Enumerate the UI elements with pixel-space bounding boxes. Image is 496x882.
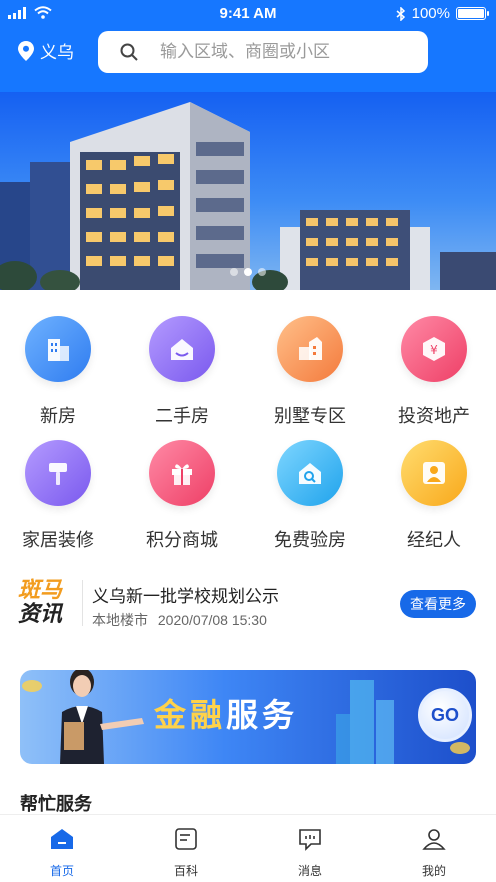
home-icon xyxy=(51,829,73,849)
status-bar: 9:41 AM 100% xyxy=(0,0,496,28)
category-agent[interactable]: 经纪人 xyxy=(376,440,492,552)
news-meta: 本地楼市 2020/07/08 15:30 xyxy=(92,610,273,630)
tab-label: 首页 xyxy=(49,864,74,878)
villa-icon xyxy=(277,316,343,382)
header: 9:41 AM 100% 义乌 xyxy=(0,0,496,92)
banner-dot[interactable] xyxy=(258,268,266,276)
second-hand-house-icon xyxy=(149,316,215,382)
hero-banner[interactable] xyxy=(0,92,496,290)
category-label: 二手房 xyxy=(155,406,209,426)
investment-icon: ¥ xyxy=(401,316,467,382)
building-illustration xyxy=(0,102,496,290)
category-label: 别墅专区 xyxy=(274,406,346,426)
news-datetime: 2020/07/08 15:30 xyxy=(157,612,267,628)
location-pin-icon xyxy=(18,40,34,61)
profile-icon xyxy=(422,829,446,850)
inspection-icon xyxy=(277,440,343,506)
agent-icon xyxy=(401,440,467,506)
svg-text:¥: ¥ xyxy=(430,343,438,357)
search-input[interactable] xyxy=(160,42,420,62)
message-icon xyxy=(299,829,321,851)
finance-title-white: 服务 xyxy=(226,697,299,733)
status-right: 100% xyxy=(396,5,489,22)
tab-label: 百科 xyxy=(173,864,198,878)
news-logo-line2: 资讯 xyxy=(18,601,63,626)
go-button[interactable]: GO xyxy=(418,688,472,742)
battery-icon xyxy=(456,7,489,20)
view-more-button[interactable]: 查看更多 xyxy=(400,590,476,618)
category-label: 免费验房 xyxy=(274,530,346,550)
tab-encyclopedia[interactable]: 百科 xyxy=(124,815,248,882)
finance-title: 金融服务 xyxy=(154,690,298,736)
category-label: 家居装修 xyxy=(22,530,94,550)
tab-label: 消息 xyxy=(297,864,322,878)
consultant-figure xyxy=(60,670,144,764)
category-investment[interactable]: ¥ 投资地产 xyxy=(376,316,492,428)
search-icon xyxy=(120,43,138,61)
news-logo: 斑马 资讯 xyxy=(18,578,74,626)
gift-icon xyxy=(149,440,215,506)
section-title: 帮忙服务 xyxy=(20,794,92,814)
new-house-icon xyxy=(25,316,91,382)
banner-pagination[interactable] xyxy=(230,268,266,276)
tab-messages[interactable]: 消息 xyxy=(248,815,372,882)
tab-home[interactable]: 首页 xyxy=(0,815,124,882)
finance-title-gold: 金融 xyxy=(154,697,227,733)
bluetooth-icon xyxy=(396,6,405,21)
search-bar[interactable] xyxy=(98,31,428,73)
news-title[interactable]: 义乌新一批学校规划公示 xyxy=(92,582,279,607)
category-label: 积分商城 xyxy=(146,530,218,550)
category-decoration[interactable]: 家居装修 xyxy=(0,440,116,552)
category-second-hand[interactable]: 二手房 xyxy=(124,316,240,428)
news-source: 本地楼市 xyxy=(92,612,148,628)
news-logo-line1: 斑马 xyxy=(18,577,63,602)
category-label: 经纪人 xyxy=(407,530,461,550)
battery-percent: 100% xyxy=(411,5,450,22)
category-villa[interactable]: 别墅专区 xyxy=(252,316,368,428)
encyclopedia-icon xyxy=(175,828,197,850)
news-divider xyxy=(82,580,83,626)
banner-dot[interactable] xyxy=(230,268,238,276)
category-label: 投资地产 xyxy=(398,406,470,426)
category-points-mall[interactable]: 积分商城 xyxy=(124,440,240,552)
category-new-house[interactable]: 新房 xyxy=(0,316,116,428)
bottom-tab-bar: 首页 百科 消息 我的 xyxy=(0,814,496,882)
category-label: 新房 xyxy=(40,406,76,426)
category-inspection[interactable]: 免费验房 xyxy=(252,440,368,552)
decoration-icon xyxy=(25,440,91,506)
finance-service-banner[interactable]: 金融服务 GO xyxy=(20,670,476,764)
banner-dot-active[interactable] xyxy=(244,268,252,276)
news-strip[interactable]: 斑马 资讯 义乌新一批学校规划公示 本地楼市 2020/07/08 15:30 … xyxy=(0,570,496,640)
tab-profile[interactable]: 我的 xyxy=(372,815,496,882)
city-selector[interactable]: 义乌 xyxy=(18,38,74,63)
tab-label: 我的 xyxy=(421,864,446,878)
city-name: 义乌 xyxy=(40,43,74,62)
